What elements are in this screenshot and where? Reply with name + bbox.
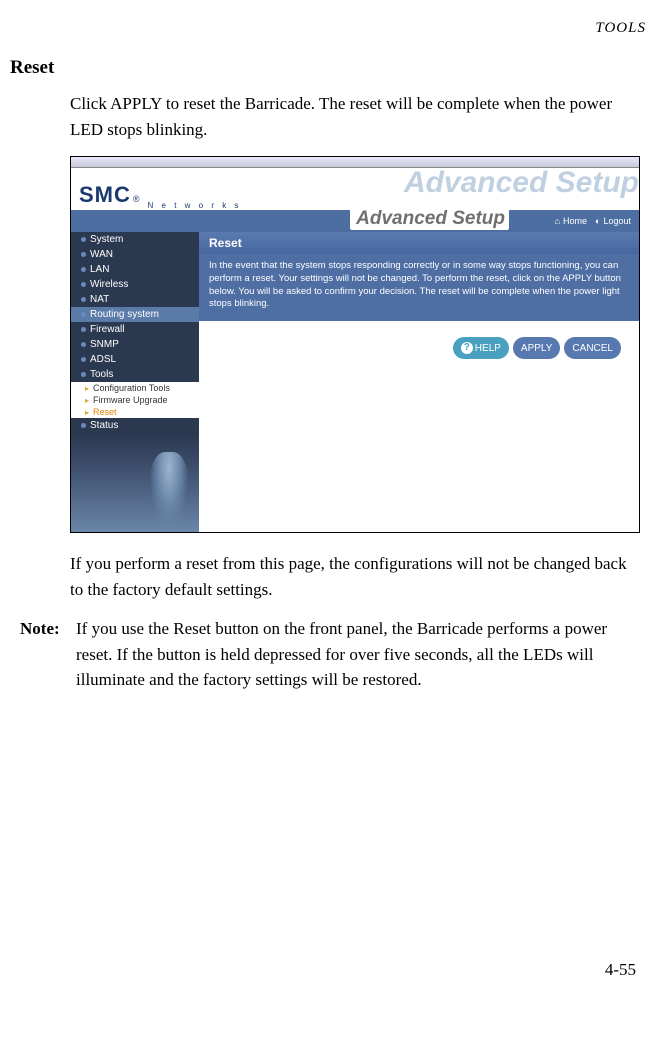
action-buttons-row: HELP APPLY CANCEL <box>199 321 639 375</box>
bullet-icon <box>81 267 86 272</box>
page-header-section: TOOLS <box>10 20 646 37</box>
subnav-reset[interactable]: ▸ Reset <box>71 406 199 418</box>
cancel-button[interactable]: CANCEL <box>564 337 621 359</box>
logout-button[interactable]: ◐ Logout <box>595 216 631 226</box>
brand-registered: ® <box>133 194 140 204</box>
nav-adsl[interactable]: ADSL <box>71 352 199 367</box>
router-ui-screenshot: SMC ® N e t w o r k s Advanced Setup Adv… <box>70 156 640 533</box>
main-panel: Reset In the event that the system stops… <box>199 232 639 532</box>
note-label: Note: <box>20 616 76 693</box>
banner-title-ghost: Advanced Setup <box>404 168 639 200</box>
nav-label: Firewall <box>90 324 124 335</box>
brand-subtext: N e t w o r k s <box>148 201 242 210</box>
home-label: Home <box>563 216 587 226</box>
nav-firewall[interactable]: Firewall <box>71 322 199 337</box>
nav-status[interactable]: Status <box>71 418 199 433</box>
subnav-label: Reset <box>93 407 117 417</box>
help-label: HELP <box>475 343 501 354</box>
nav-label: Tools <box>90 369 113 380</box>
nav-wireless[interactable]: Wireless <box>71 277 199 292</box>
bullet-icon <box>81 342 86 347</box>
bullet-icon <box>81 372 86 377</box>
brand-banner: SMC ® N e t w o r k s Advanced Setup <box>71 168 639 210</box>
nav-label: NAT <box>90 294 109 305</box>
nav-nat[interactable]: NAT <box>71 292 199 307</box>
page-mode-title: Advanced Setup <box>350 208 509 230</box>
nav-label: WAN <box>90 249 113 260</box>
nav-label: SNMP <box>90 339 119 350</box>
panel-title: Reset <box>199 232 639 254</box>
nav-label: LAN <box>90 264 109 275</box>
top-bar: Advanced Setup ⌂ Home ◐ Logout <box>71 210 639 232</box>
brand-logo: SMC ® <box>71 178 140 210</box>
nav-label: Status <box>90 420 118 431</box>
home-button[interactable]: ⌂ Home <box>555 216 587 226</box>
note-body: If you use the Reset button on the front… <box>76 616 636 693</box>
bullet-icon <box>81 423 86 428</box>
bullet-icon <box>81 357 86 362</box>
subnav-config-tools[interactable]: ▸ Configuration Tools <box>71 382 199 394</box>
nav-system[interactable]: System <box>71 232 199 247</box>
arrow-icon: ▸ <box>85 384 89 393</box>
window-titlebar <box>71 157 639 168</box>
bullet-icon <box>81 312 86 317</box>
panel-description: In the event that the system stops respo… <box>199 254 639 321</box>
subnav-label: Configuration Tools <box>93 383 170 393</box>
bullet-icon <box>81 327 86 332</box>
help-button[interactable]: HELP <box>453 337 509 359</box>
nav-label: Routing system <box>90 309 159 320</box>
apply-button[interactable]: APPLY <box>513 337 561 359</box>
nav-routing-system[interactable]: Routing system <box>71 307 199 322</box>
subnav-label: Firmware Upgrade <box>93 395 168 405</box>
bullet-icon <box>81 237 86 242</box>
after-screenshot-paragraph: If you perform a reset from this page, t… <box>70 551 636 602</box>
nav-label: Wireless <box>90 279 128 290</box>
nav-tools[interactable]: Tools <box>71 367 199 382</box>
page-number: 4-55 <box>605 960 636 980</box>
arrow-icon: ▸ <box>85 396 89 405</box>
nav-label: ADSL <box>90 354 116 365</box>
subnav-firmware-upgrade[interactable]: ▸ Firmware Upgrade <box>71 394 199 406</box>
nav-lan[interactable]: LAN <box>71 262 199 277</box>
home-icon: ⌂ <box>555 216 560 226</box>
tools-submenu: ▸ Configuration Tools ▸ Firmware Upgrade ▸… <box>71 382 199 418</box>
sidebar-nav: System WAN LAN Wireless NAT Routing syst… <box>71 232 199 532</box>
nav-snmp[interactable]: SNMP <box>71 337 199 352</box>
bullet-icon <box>81 252 86 257</box>
bullet-icon <box>81 297 86 302</box>
nav-label: System <box>90 234 123 245</box>
bullet-icon <box>81 282 86 287</box>
intro-paragraph: Click APPLY to reset the Barricade. The … <box>70 91 636 142</box>
brand-name: SMC <box>79 182 131 208</box>
section-heading-reset: Reset <box>10 57 646 79</box>
nav-wan[interactable]: WAN <box>71 247 199 262</box>
logout-icon: ◐ <box>595 216 600 226</box>
arrow-icon: ▸ <box>85 408 89 417</box>
sidebar-decorative-image <box>71 433 199 532</box>
logout-label: Logout <box>603 216 631 226</box>
